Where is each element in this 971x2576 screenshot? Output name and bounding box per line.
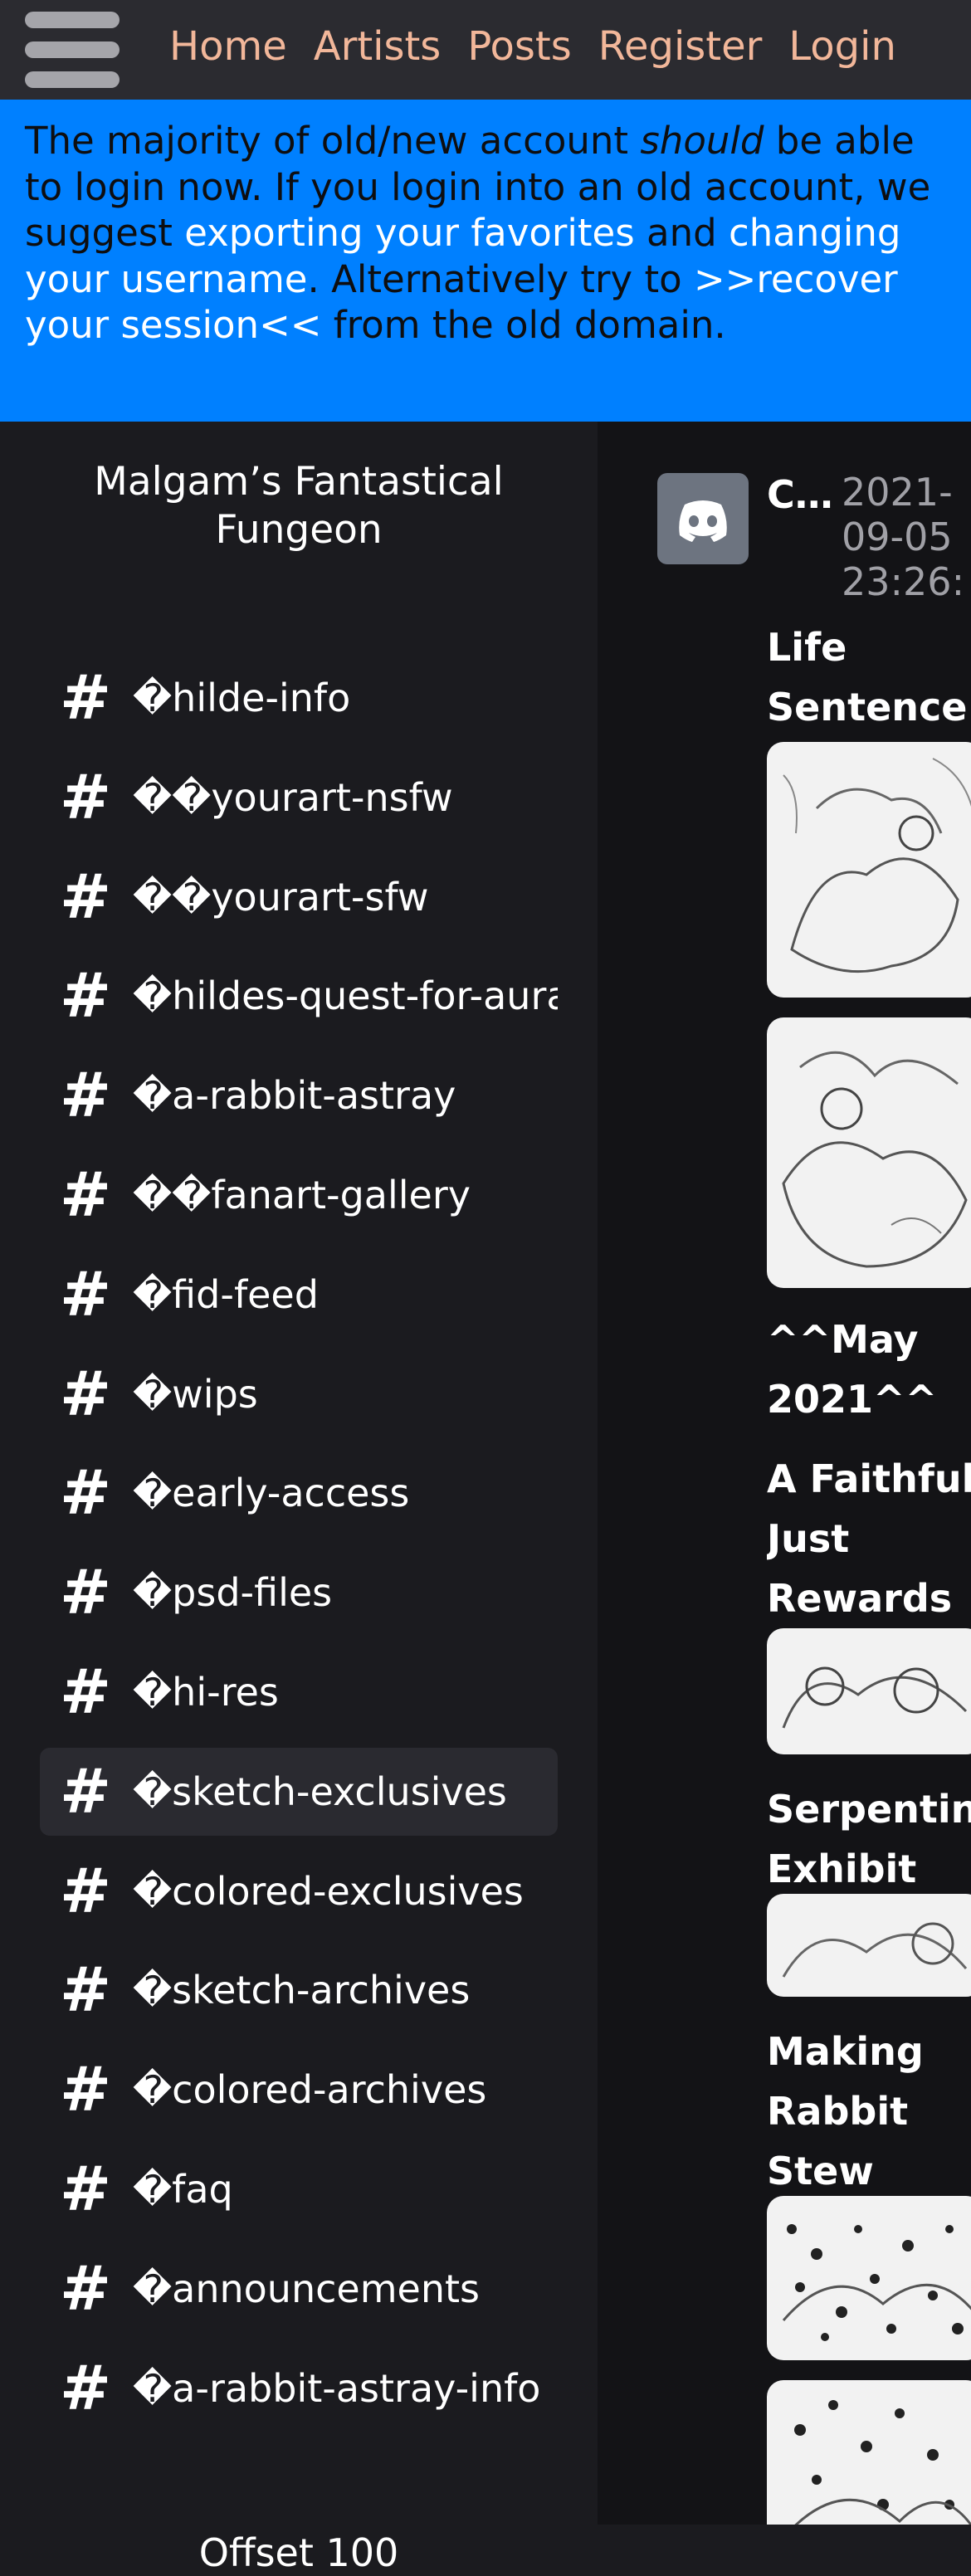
channel-item[interactable]: # �hildes-quest-for-aura	[40, 952, 558, 1040]
post-image-sketch[interactable]	[767, 742, 971, 998]
hash-icon: #	[59, 1457, 111, 1529]
hash-icon: #	[59, 2154, 111, 2225]
hash-icon: #	[59, 1060, 111, 1131]
nav-link-home[interactable]: Home	[169, 20, 287, 73]
hash-icon: #	[59, 2253, 111, 2325]
channel-item[interactable]: # �colored-archives	[40, 2046, 558, 2134]
channel-item[interactable]: # �faq	[40, 2145, 558, 2233]
channel-label: �early-access	[133, 1471, 410, 1515]
channel-label: �a-rabbit-astray	[133, 1073, 456, 1118]
hash-icon: #	[59, 2054, 111, 2125]
notice-text: from the old domain.	[321, 303, 726, 347]
channel-label: ��yourart-nsfw	[133, 775, 453, 820]
hash-icon: #	[59, 1557, 111, 1628]
channel-item[interactable]: # �colored-exclusives	[40, 1847, 558, 1935]
hamburger-menu-icon[interactable]	[25, 12, 120, 88]
channel-label: �sketch-archives	[133, 1968, 471, 2013]
hash-icon: #	[59, 762, 111, 833]
hash-icon: #	[59, 2353, 111, 2424]
post-title: Serpentine Exhibit	[767, 1787, 971, 1891]
hash-icon: #	[59, 1259, 111, 1330]
channel-item[interactable]: # �a-rabbit-astray	[40, 1051, 558, 1139]
hash-icon: #	[59, 960, 111, 1032]
hash-icon: #	[59, 861, 111, 933]
channel-item[interactable]: # �wips	[40, 1350, 558, 1438]
pagination-offset[interactable]: Offset 100	[33, 2530, 564, 2576]
channel-label: �hilde-info	[133, 676, 351, 720]
channel-item[interactable]: # ��fanart-gallery	[40, 1151, 558, 1239]
post-title: Life Sentence	[767, 625, 968, 729]
post-image-sketch[interactable]	[767, 2380, 971, 2525]
notice-emphasis: should	[640, 119, 764, 163]
notice-text: The majority of old/new account	[25, 119, 641, 163]
channel-label: �psd-files	[133, 1570, 333, 1615]
channel-label: �wips	[133, 1372, 258, 1417]
hash-icon: #	[59, 1159, 111, 1231]
channel-label: �hi-res	[133, 1670, 279, 1715]
nav-links: Home Artists Posts Register Login	[169, 20, 896, 73]
server-name: Malgam’s Fantastical Fungeon	[94, 459, 504, 553]
top-navbar: Home Artists Posts Register Login	[0, 0, 971, 100]
notice-text: and	[634, 211, 729, 255]
channel-item[interactable]: # ��yourart-sfw	[40, 853, 558, 941]
post-title: ^^May 2021^^	[767, 1317, 938, 1422]
hash-icon: #	[59, 1359, 111, 1430]
post-image-sketch[interactable]	[767, 2196, 971, 2360]
hash-icon: #	[59, 1756, 111, 1827]
channel-label: �hildes-quest-for-aura	[133, 973, 558, 1018]
channel-label: �colored-archives	[133, 2067, 487, 2112]
channel-item[interactable]: # ��yourart-nsfw	[40, 754, 558, 842]
channel-label: �announcements	[133, 2266, 480, 2311]
channel-item[interactable]: # �early-access	[40, 1449, 558, 1537]
post-image-sketch[interactable]	[767, 1017, 971, 1288]
channel-item[interactable]: # �hi-res	[40, 1648, 558, 1736]
channel-item[interactable]: # �sketch-archives	[40, 1946, 558, 2034]
nav-link-register[interactable]: Register	[598, 20, 763, 73]
export-favorites-link[interactable]: exporting your favorites	[184, 211, 635, 255]
channel-label: �colored-exclusives	[133, 1869, 524, 1914]
notice-text: . Alternatively try to	[307, 256, 694, 301]
hash-icon: #	[59, 1954, 111, 2026]
post-title: Making Rabbit Stew	[767, 2029, 924, 2193]
channel-item[interactable]: # �a-rabbit-astray-info	[40, 2344, 558, 2432]
channel-label: �sketch-exclusives	[133, 1769, 507, 1814]
nav-link-posts[interactable]: Posts	[467, 20, 571, 73]
notice-banner: The majority of old/new account should b…	[0, 100, 971, 422]
post-image-sketch[interactable]	[767, 1894, 971, 1997]
channel-label: �faq	[133, 2167, 233, 2212]
channel-label: ��yourart-sfw	[133, 875, 429, 920]
channel-item[interactable]: # �hilde-info	[40, 654, 558, 742]
nav-link-artists[interactable]: Artists	[314, 20, 442, 73]
hash-icon: #	[59, 1856, 111, 1927]
channel-label: �fid-feed	[133, 1272, 319, 1317]
channel-item[interactable]: # �announcements	[40, 2245, 558, 2333]
post-image-sketch[interactable]	[767, 1628, 971, 1754]
message-feed: C… 2021- 09-05 23:26: Life Sentence ^^Ma…	[598, 422, 971, 2525]
hash-icon: #	[59, 662, 111, 734]
message-author[interactable]: C…	[767, 470, 838, 520]
discord-logo-icon	[657, 473, 749, 564]
hash-icon: #	[59, 1656, 111, 1728]
channel-item[interactable]: # �fid-feed	[40, 1251, 558, 1339]
channel-item[interactable]: # �sketch-exclusives	[40, 1748, 558, 1836]
message-timestamp: 2021- 09-05 23:26:	[842, 470, 965, 604]
post-title: A Faithful Just Rewards	[767, 1456, 971, 1621]
channel-item[interactable]: # �psd-files	[40, 1549, 558, 1637]
channel-label: �a-rabbit-astray-info	[133, 2366, 541, 2411]
channel-label: ��fanart-gallery	[133, 1173, 471, 1217]
channel-sidebar: Malgam’s Fantastical Fungeon # �hilde-inf…	[0, 422, 598, 2575]
nav-link-login[interactable]: Login	[788, 20, 896, 73]
